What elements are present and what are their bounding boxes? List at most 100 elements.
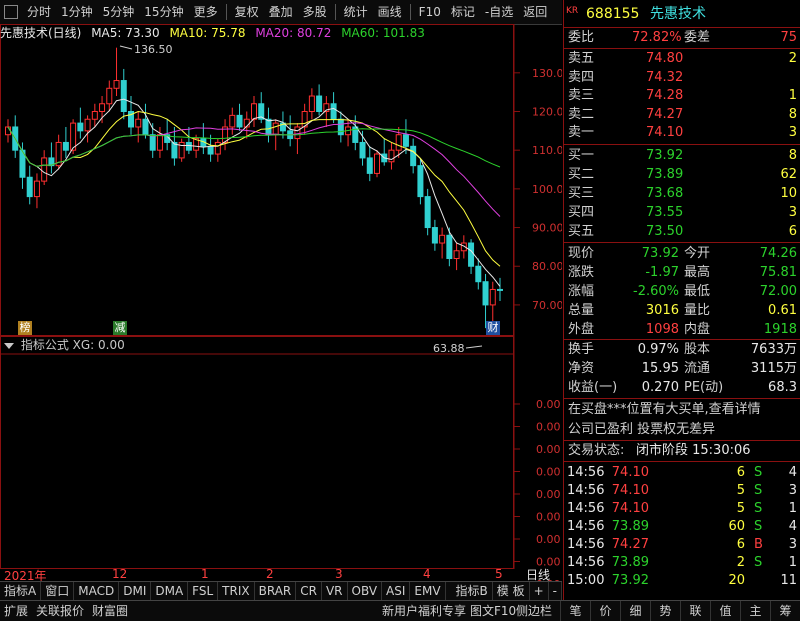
- panel-tab-4[interactable]: 联: [680, 601, 710, 621]
- indicator-tab-12[interactable]: EMV: [410, 582, 446, 600]
- indicator-tab-bar: 指标A 窗口 MACD DMI DMA FSL TRIX BRAR CR VR OBV ASI EMV 指…: [0, 581, 562, 600]
- tick-side: S: [754, 483, 763, 498]
- bid-price: 73.68: [646, 186, 684, 201]
- quote-label: 总量: [568, 303, 595, 318]
- candle-body: [214, 141, 221, 155]
- toolbar-item-2[interactable]: 5分钟: [98, 0, 140, 24]
- toolbar-item-5[interactable]: 复权: [230, 0, 264, 24]
- expand-button[interactable]: 扩展: [0, 601, 32, 621]
- price-axis-labels: 130.0 120.0 110.0 100.0 90.00 80.00 70.00: [532, 67, 564, 312]
- indicator-tab-7[interactable]: BRAR: [255, 582, 297, 600]
- candle-body: [120, 80, 127, 112]
- bid-volume: 6: [788, 224, 797, 239]
- quote-row-3: 总量 3016 量比 0.61: [564, 302, 800, 320]
- indicator-tab-16[interactable]: -: [549, 582, 562, 600]
- indicator-tab-10[interactable]: OBV: [348, 582, 383, 600]
- finance-label: 净资: [568, 361, 595, 376]
- related-quote-button[interactable]: 关联报价: [32, 601, 88, 621]
- toolbar-item-8[interactable]: 统计: [339, 0, 373, 24]
- candle-body: [424, 196, 431, 229]
- toolbar-item-7[interactable]: 多股: [298, 0, 332, 24]
- ask-volume: 2: [788, 51, 797, 66]
- news-text[interactable]: 在买盘***位置有大买单,查看详情: [568, 401, 761, 419]
- toolbar-item-4[interactable]: 更多: [189, 0, 223, 24]
- quote-label: 现价: [568, 246, 595, 261]
- panel-tab-0[interactable]: 笔: [560, 601, 590, 621]
- toolbar-item-11[interactable]: 标记: [446, 0, 480, 24]
- news-row-1[interactable]: 公司已盈利 投票权无差异: [564, 421, 800, 439]
- quote-label-2: 最低: [684, 284, 711, 299]
- toolbar-item-6[interactable]: 叠加: [264, 0, 298, 24]
- toolbar-item-0[interactable]: 分时: [22, 0, 56, 24]
- indicator-tab-15[interactable]: +: [530, 582, 549, 600]
- candle-body: [156, 134, 163, 151]
- wealth-circle-button[interactable]: 财富圈: [88, 601, 132, 621]
- news-text[interactable]: 公司已盈利 投票权无差异: [568, 421, 715, 439]
- ask-price: 74.32: [646, 69, 684, 85]
- date-label-apr: 4: [423, 567, 431, 581]
- panel-tab-2[interactable]: 细: [620, 601, 650, 621]
- kline-chart-area[interactable]: 130.0 120.0 110.0 100.0 90.00 80.00 70.00 0.00…: [0, 24, 564, 598]
- toolbar-item-3[interactable]: 15分钟: [139, 0, 188, 24]
- event-marker-jian[interactable]: 减: [113, 321, 127, 335]
- toolbar-item-12[interactable]: -自选: [480, 0, 518, 24]
- ask-price: 74.80: [646, 51, 684, 66]
- dropdown-triangle-icon[interactable]: [4, 343, 14, 349]
- toolbar-item-9[interactable]: 画线: [373, 0, 407, 24]
- indicator-tab-6[interactable]: TRIX: [218, 582, 255, 600]
- window-menu-icon[interactable]: [4, 5, 18, 19]
- tick-time: 14:56: [567, 519, 605, 534]
- indicator-axis-label: 0.00: [536, 466, 561, 479]
- finance-row-0: 换手 0.97% 股本 7633万: [564, 341, 800, 359]
- indicator-axis-label: 0.00: [536, 443, 561, 456]
- kline-chart-svg[interactable]: 130.0 120.0 110.0 100.0 90.00 80.00 70.00 0.00…: [0, 24, 564, 598]
- indicator-tab-0[interactable]: 指标A: [0, 582, 42, 600]
- indicator-tab-13[interactable]: 指标B: [452, 582, 493, 600]
- indicator-tab-5[interactable]: FSL: [188, 582, 219, 600]
- tick-volume: 20: [728, 573, 745, 588]
- indicator-tab-2[interactable]: MACD: [74, 582, 120, 600]
- tick-count: 11: [780, 573, 797, 588]
- panel-tab-6[interactable]: 主: [740, 601, 770, 621]
- low-annotation: 63.88: [433, 342, 465, 355]
- toolbar-item-1[interactable]: 1分钟: [56, 0, 98, 24]
- indicator-tab-8[interactable]: CR: [296, 582, 322, 600]
- candle-body: [294, 126, 301, 140]
- news-row-0[interactable]: 在买盘***位置有大买单,查看详情: [564, 401, 800, 419]
- quote-row-2: 涨幅 -2.60% 最低 72.00: [564, 283, 800, 301]
- tick-volume: 60: [728, 519, 745, 534]
- indicator-tab-4[interactable]: DMA: [151, 582, 189, 600]
- indicator-tab-9[interactable]: VR: [322, 582, 348, 600]
- panel-divider: [564, 398, 800, 399]
- sidebar-button[interactable]: 侧边栏: [512, 601, 556, 621]
- tick-price: 74.27: [611, 537, 649, 552]
- event-marker-bang[interactable]: 榜: [18, 321, 32, 335]
- toolbar-item-10[interactable]: F10: [414, 0, 446, 24]
- candle-body: [489, 288, 496, 306]
- finance-value: 0.97%: [637, 342, 679, 357]
- panel-tab-7[interactable]: 筹: [770, 601, 800, 621]
- panel-divider: [564, 339, 800, 340]
- date-axis: 2021年 12 1 2 3 4 5: [0, 567, 514, 583]
- candles-group: [5, 47, 503, 329]
- price-axis-label: 110.0: [532, 144, 562, 157]
- indicator-tab-11[interactable]: ASI: [382, 582, 411, 600]
- quote-row-4: 外盘 1098 内盘 1918: [564, 321, 800, 339]
- new-user-benefit-link[interactable]: 新用户福利专享: [378, 601, 470, 621]
- finance-value-2: 3115万: [750, 361, 797, 376]
- price-axis-label: 80.00: [532, 260, 562, 273]
- panel-tab-5[interactable]: 值: [710, 601, 740, 621]
- candle-body: [475, 265, 482, 283]
- tick-row-6: 15:00 73.92 20 11: [564, 572, 800, 590]
- panel-tab-1[interactable]: 价: [590, 601, 620, 621]
- indicator-tab-14[interactable]: 模 板: [493, 582, 530, 600]
- tick-price: 73.89: [611, 555, 649, 570]
- indicator-tab-1[interactable]: 窗口: [41, 582, 75, 600]
- quote-value: -1.97: [645, 265, 679, 280]
- ma60-label: MA60: 101.83: [341, 26, 425, 40]
- event-marker-cai[interactable]: 财: [486, 321, 500, 335]
- toolbar-item-13[interactable]: 返回: [518, 0, 552, 24]
- panel-tab-3[interactable]: 势: [650, 601, 680, 621]
- indicator-tab-3[interactable]: DMI: [119, 582, 152, 600]
- date-label-jan: 1: [201, 567, 209, 581]
